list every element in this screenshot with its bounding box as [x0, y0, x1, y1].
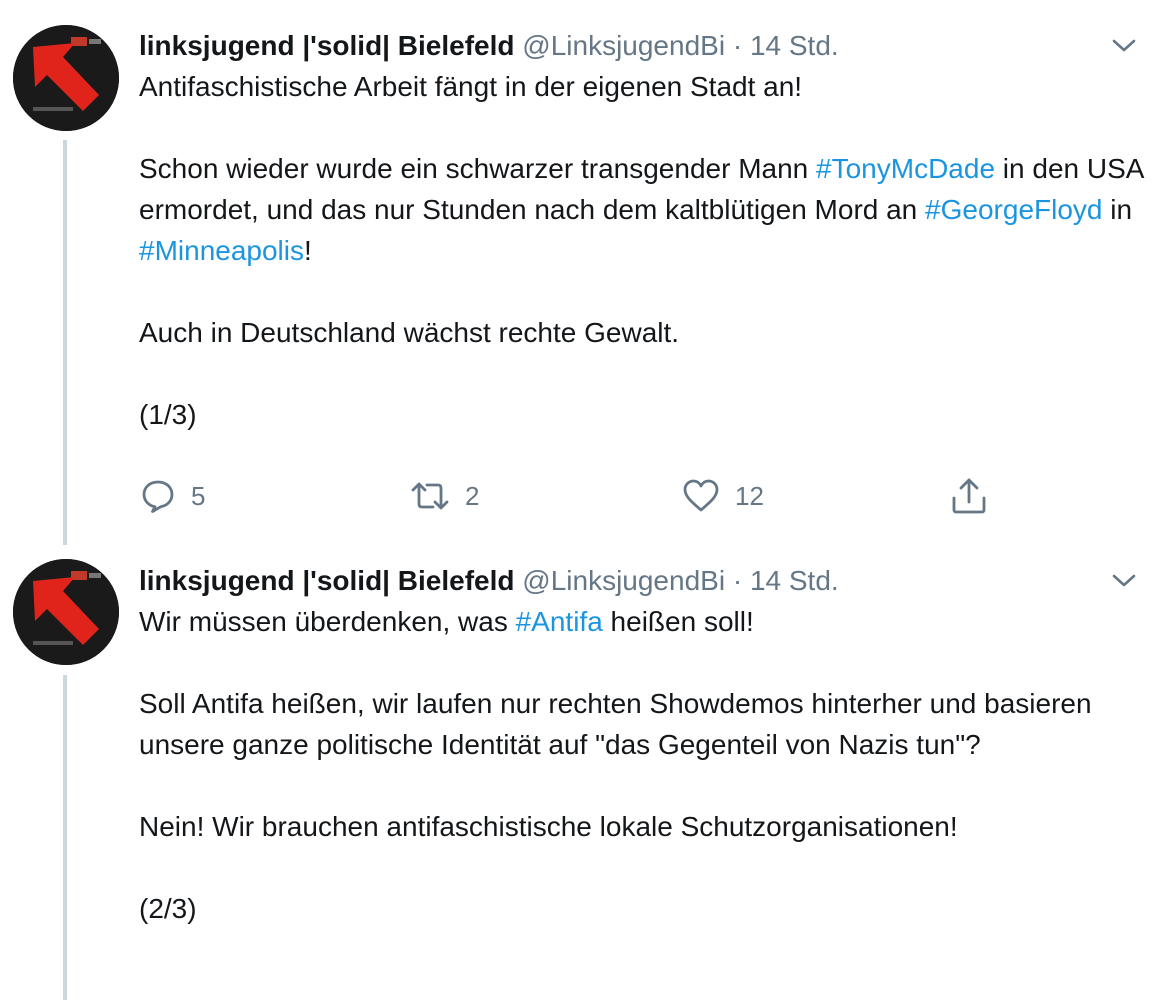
tweet-paragraph: Nein! Wir brauchen antifaschistische lok…: [139, 806, 1144, 847]
tweet-actions: 5 2 12: [139, 472, 1039, 520]
text-run: Nein! Wir brauchen antifaschistische lok…: [139, 811, 958, 842]
tweet[interactable]: linksjugend |'solid| Bielefeld @Linksjug…: [0, 0, 1174, 545]
hashtag-link[interactable]: #Antifa: [516, 606, 603, 637]
user-handle[interactable]: @LinksjugendBi: [522, 565, 725, 596]
chevron-down-icon[interactable]: [1110, 34, 1138, 58]
reply-count: 5: [191, 480, 206, 511]
avatar[interactable]: [13, 25, 119, 131]
timestamp[interactable]: 14 Std.: [750, 565, 839, 596]
text-run: !: [304, 235, 312, 266]
text-run: Auch in Deutschland wächst rechte Gewalt…: [139, 317, 680, 348]
retweet-count: 2: [465, 480, 480, 511]
separator: ·: [732, 30, 743, 61]
chevron-down-icon[interactable]: [1110, 569, 1138, 593]
like-count: 12: [735, 480, 764, 511]
tweet[interactable]: linksjugend |'solid| Bielefeld @Linksjug…: [0, 545, 1174, 1000]
tweet-header: linksjugend |'solid| Bielefeld @Linksjug…: [139, 561, 1144, 601]
display-name[interactable]: linksjugend |'solid| Bielefeld: [139, 565, 515, 596]
separator: ·: [732, 565, 743, 596]
hashtag-link[interactable]: #GeorgeFloyd: [925, 194, 1102, 225]
avatar[interactable]: [13, 559, 119, 665]
text-run: heißen soll!: [602, 606, 754, 637]
tweet-content: linksjugend |'solid| Bielefeld @Linksjug…: [139, 561, 1144, 929]
tweet-text: Wir müssen überdenken, was #Antifa heiße…: [139, 601, 1144, 929]
reply-icon: [142, 480, 174, 513]
tweet-text: Antifaschistische Arbeit fängt in der ei…: [139, 66, 1144, 435]
text-run: Soll Antifa heißen, wir laufen nur recht…: [139, 688, 1092, 760]
tweet-paragraph: Schon wieder wurde ein schwarzer transge…: [139, 148, 1144, 271]
tweet-paragraph: Soll Antifa heißen, wir laufen nur recht…: [139, 683, 1144, 765]
timestamp[interactable]: 14 Std.: [750, 30, 839, 61]
tweet-paragraph: (1/3): [139, 394, 1144, 435]
text-run: in: [1102, 194, 1133, 225]
text-run: Wir müssen überdenken, was: [139, 606, 516, 637]
hashtag-link[interactable]: #TonyMcDade: [816, 153, 995, 184]
tweet-content: linksjugend |'solid| Bielefeld @Linksjug…: [139, 26, 1144, 435]
display-name[interactable]: linksjugend |'solid| Bielefeld: [139, 30, 515, 61]
thread-line: [63, 140, 67, 545]
user-handle[interactable]: @LinksjugendBi: [522, 30, 725, 61]
share-icon: [952, 478, 986, 514]
tweet-paragraph: Wir müssen überdenken, was #Antifa heiße…: [139, 601, 1144, 642]
retweet-icon: [411, 482, 449, 510]
text-run: (2/3): [139, 893, 197, 924]
text-run: Schon wieder wurde ein schwarzer transge…: [139, 153, 817, 184]
share-button[interactable]: [949, 472, 989, 520]
tweet-paragraph: (2/3): [139, 888, 1144, 929]
like-icon: [683, 479, 719, 512]
tweet-paragraph: Auch in Deutschland wächst rechte Gewalt…: [139, 312, 1144, 353]
tweet-header: linksjugend |'solid| Bielefeld @Linksjug…: [139, 26, 1144, 66]
reply-button[interactable]: 5: [139, 472, 205, 520]
retweet-button[interactable]: 2: [409, 472, 479, 520]
text-run: Antifaschistische Arbeit fängt in der ei…: [139, 71, 803, 102]
like-button[interactable]: 12: [681, 472, 764, 520]
red-arrow-logo: [13, 559, 119, 665]
tweet-paragraph: Antifaschistische Arbeit fängt in der ei…: [139, 66, 1144, 107]
thread-line: [63, 675, 67, 1000]
red-arrow-logo: [13, 25, 119, 131]
text-run: (1/3): [139, 399, 197, 430]
hashtag-link[interactable]: #Minneapolis: [139, 235, 304, 266]
